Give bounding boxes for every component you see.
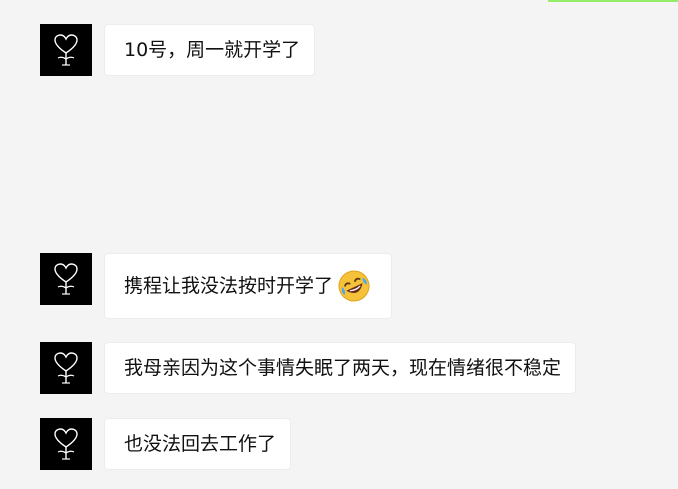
chat-message: 我母亲因为这个事情失眠了两天，现在情绪很不稳定 bbox=[40, 342, 577, 394]
chat-message: 携程让我没法按时开学了 bbox=[40, 253, 393, 319]
chat-message: 10号，周一就开学了 bbox=[40, 24, 316, 76]
avatar[interactable] bbox=[40, 418, 92, 470]
message-text: 携程让我没法按时开学了 bbox=[124, 275, 334, 297]
heart-flower-icon bbox=[54, 352, 78, 384]
top-accent-bar bbox=[548, 0, 678, 2]
message-text: 也没法回去工作了 bbox=[124, 433, 277, 455]
rolling-on-floor-laughing-emoji bbox=[338, 270, 370, 302]
message-bubble[interactable]: 也没法回去工作了 bbox=[104, 418, 292, 470]
heart-flower-icon bbox=[54, 263, 78, 295]
message-bubble[interactable]: 10号，周一就开学了 bbox=[104, 24, 316, 76]
heart-flower-icon bbox=[54, 34, 78, 66]
message-bubble[interactable]: 我母亲因为这个事情失眠了两天，现在情绪很不稳定 bbox=[104, 342, 577, 394]
avatar[interactable] bbox=[40, 253, 92, 305]
chat-message: 也没法回去工作了 bbox=[40, 418, 292, 470]
heart-flower-icon bbox=[54, 428, 78, 460]
message-text: 10号，周一就开学了 bbox=[124, 39, 301, 61]
avatar[interactable] bbox=[40, 24, 92, 76]
message-text: 我母亲因为这个事情失眠了两天，现在情绪很不稳定 bbox=[124, 357, 562, 379]
avatar[interactable] bbox=[40, 342, 92, 394]
message-bubble[interactable]: 携程让我没法按时开学了 bbox=[104, 253, 393, 319]
